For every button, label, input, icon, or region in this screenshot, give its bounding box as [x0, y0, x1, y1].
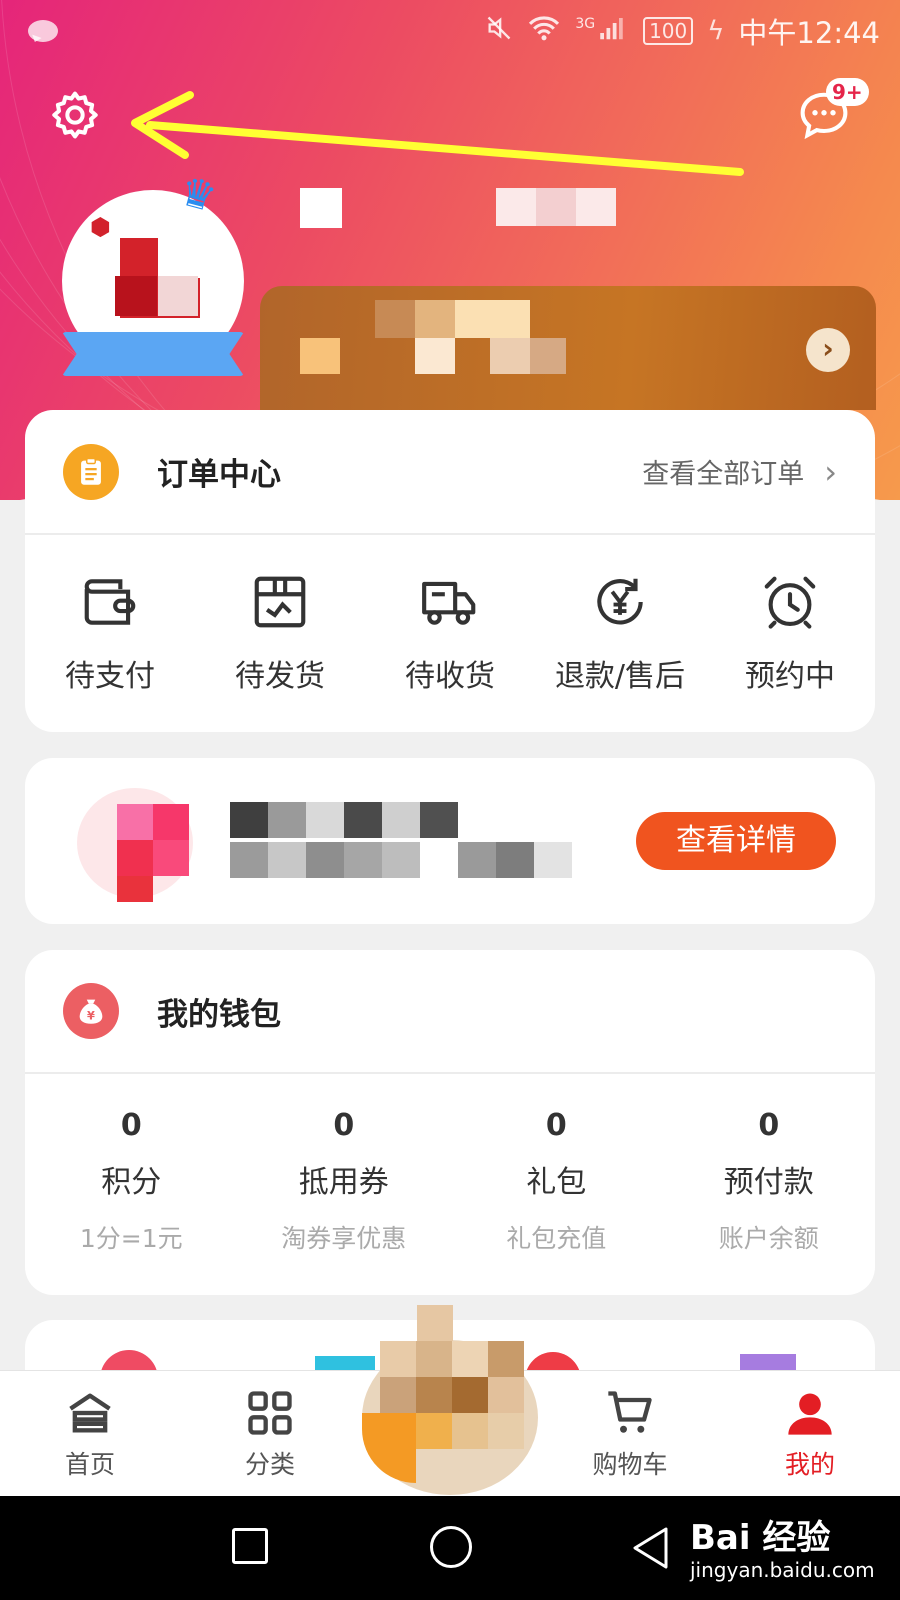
username-blurred: [300, 188, 342, 228]
wallet-item-value: 0: [120, 1108, 142, 1143]
wallet-prepaid[interactable]: 0 预付款 账户余额: [663, 1108, 876, 1255]
wallet-item-label: 礼包: [526, 1165, 587, 1200]
nav-label: 我的: [784, 1449, 835, 1479]
status-time: 中午12:44: [738, 16, 880, 50]
grid-icon: [248, 1390, 292, 1435]
nav-label: 购物车: [592, 1449, 668, 1479]
chevron-right-icon: ›: [824, 452, 837, 491]
wallet-item-sub: 淘券享优惠: [281, 1224, 407, 1253]
promo-image: [77, 788, 193, 902]
order-item-label: 待支付: [65, 658, 155, 694]
clipboard-icon: [63, 443, 119, 500]
cart-icon: [608, 1390, 652, 1433]
nav-category[interactable]: 分类: [180, 1371, 360, 1496]
alarm-clock-icon: [764, 576, 816, 629]
mute-icon: [485, 14, 513, 49]
wallet-gift-pack[interactable]: 0 礼包 礼包充值: [450, 1108, 663, 1255]
refund-icon: [597, 578, 643, 624]
nav-label: 首页: [64, 1449, 115, 1479]
wallet-header[interactable]: ¥ 我的钱包: [25, 950, 875, 1074]
wallet-item-value: 0: [545, 1108, 567, 1143]
charging-icon: ϟ: [707, 16, 725, 46]
view-details-button[interactable]: 查看详情: [636, 812, 836, 870]
view-all-orders-link[interactable]: 查看全部订单 ›: [642, 452, 837, 491]
wifi-icon: [527, 14, 561, 49]
truck-icon: [422, 581, 476, 625]
chevron-right-icon[interactable]: ›: [806, 328, 850, 372]
level-hexagon-icon: ⬢: [90, 213, 111, 241]
wallet-item-label: 抵用券: [298, 1165, 389, 1200]
package-icon: [254, 576, 306, 627]
order-reserved[interactable]: 预约中: [705, 571, 875, 695]
wallet-item-sub: 礼包充值: [506, 1224, 607, 1253]
username-blurred: [536, 188, 576, 226]
network-type: 3G: [575, 16, 596, 32]
username-blurred: [496, 188, 536, 226]
recent-apps-square-icon[interactable]: [232, 1528, 268, 1564]
settings-gear-icon[interactable]: [48, 88, 102, 142]
order-center-card: 订单中心 查看全部订单 › 待支付 待发货 待收货 退款/售后 预约中: [25, 410, 875, 732]
username-blurred: [576, 188, 616, 226]
battery-indicator: 100: [643, 17, 694, 45]
order-center-title: 订单中心: [157, 457, 281, 493]
promo-text-blurred: [230, 802, 580, 882]
home-icon: [69, 1393, 111, 1432]
back-triangle-icon[interactable]: [630, 1526, 670, 1570]
wallet-card: ¥ 我的钱包 0 积分 1分=1元 0 抵用券 淘券享优惠 0 礼包 礼包充值 …: [25, 950, 875, 1295]
wallet-coupons[interactable]: 0 抵用券 淘券享优惠: [238, 1108, 451, 1255]
home-circle-icon[interactable]: [430, 1526, 472, 1568]
wallet-icon: [84, 578, 136, 625]
order-item-label: 待发货: [235, 658, 325, 694]
wallet-points[interactable]: 0 积分 1分=1元: [25, 1108, 238, 1255]
baidu-watermark-url: jingyan.baidu.com: [690, 1558, 875, 1582]
order-pending-receipt[interactable]: 待收货: [365, 571, 535, 695]
person-icon: [788, 1393, 832, 1435]
order-refund-aftersale[interactable]: 退款/售后: [535, 571, 705, 695]
member-level-ribbon: [62, 332, 244, 376]
wallet-item-label: 积分: [101, 1165, 162, 1200]
membership-card[interactable]: [260, 286, 876, 410]
order-pending-payment[interactable]: 待支付: [25, 571, 195, 695]
view-all-orders-label: 查看全部订单: [642, 459, 805, 490]
order-center-header[interactable]: 订单中心 查看全部订单 ›: [25, 410, 875, 535]
wallet-item-value: 0: [758, 1108, 780, 1143]
order-item-label: 待收货: [405, 658, 495, 694]
wallet-item-label: 预付款: [723, 1165, 814, 1200]
order-item-label: 预约中: [745, 658, 835, 694]
baidu-watermark: Bai 经验: [690, 1518, 831, 1558]
wallet-item-sub: 账户余额: [718, 1224, 819, 1253]
wallet-item-value: 0: [333, 1108, 355, 1143]
wallet-title: 我的钱包: [157, 996, 281, 1033]
status-bar: 3G 100 ϟ 中午12:44: [0, 0, 900, 62]
nav-label: 分类: [244, 1449, 295, 1479]
order-item-label: 退款/售后: [554, 658, 686, 694]
annotation-arrow: [131, 91, 744, 176]
center-promo-button[interactable]: [362, 1305, 538, 1495]
order-pending-shipment[interactable]: 待发货: [195, 571, 365, 695]
wallet-item-sub: 1分=1元: [79, 1224, 183, 1253]
notification-chat-icon: [28, 20, 58, 42]
svg-text:¥: ¥: [87, 1009, 95, 1023]
nav-cart[interactable]: 购物车: [540, 1371, 720, 1496]
money-bag-icon: ¥: [63, 983, 119, 1039]
nav-home[interactable]: 首页: [0, 1371, 180, 1496]
message-count-badge: 9+: [826, 78, 869, 106]
signal-icon: [599, 14, 629, 49]
nav-mine[interactable]: 我的: [720, 1371, 900, 1496]
